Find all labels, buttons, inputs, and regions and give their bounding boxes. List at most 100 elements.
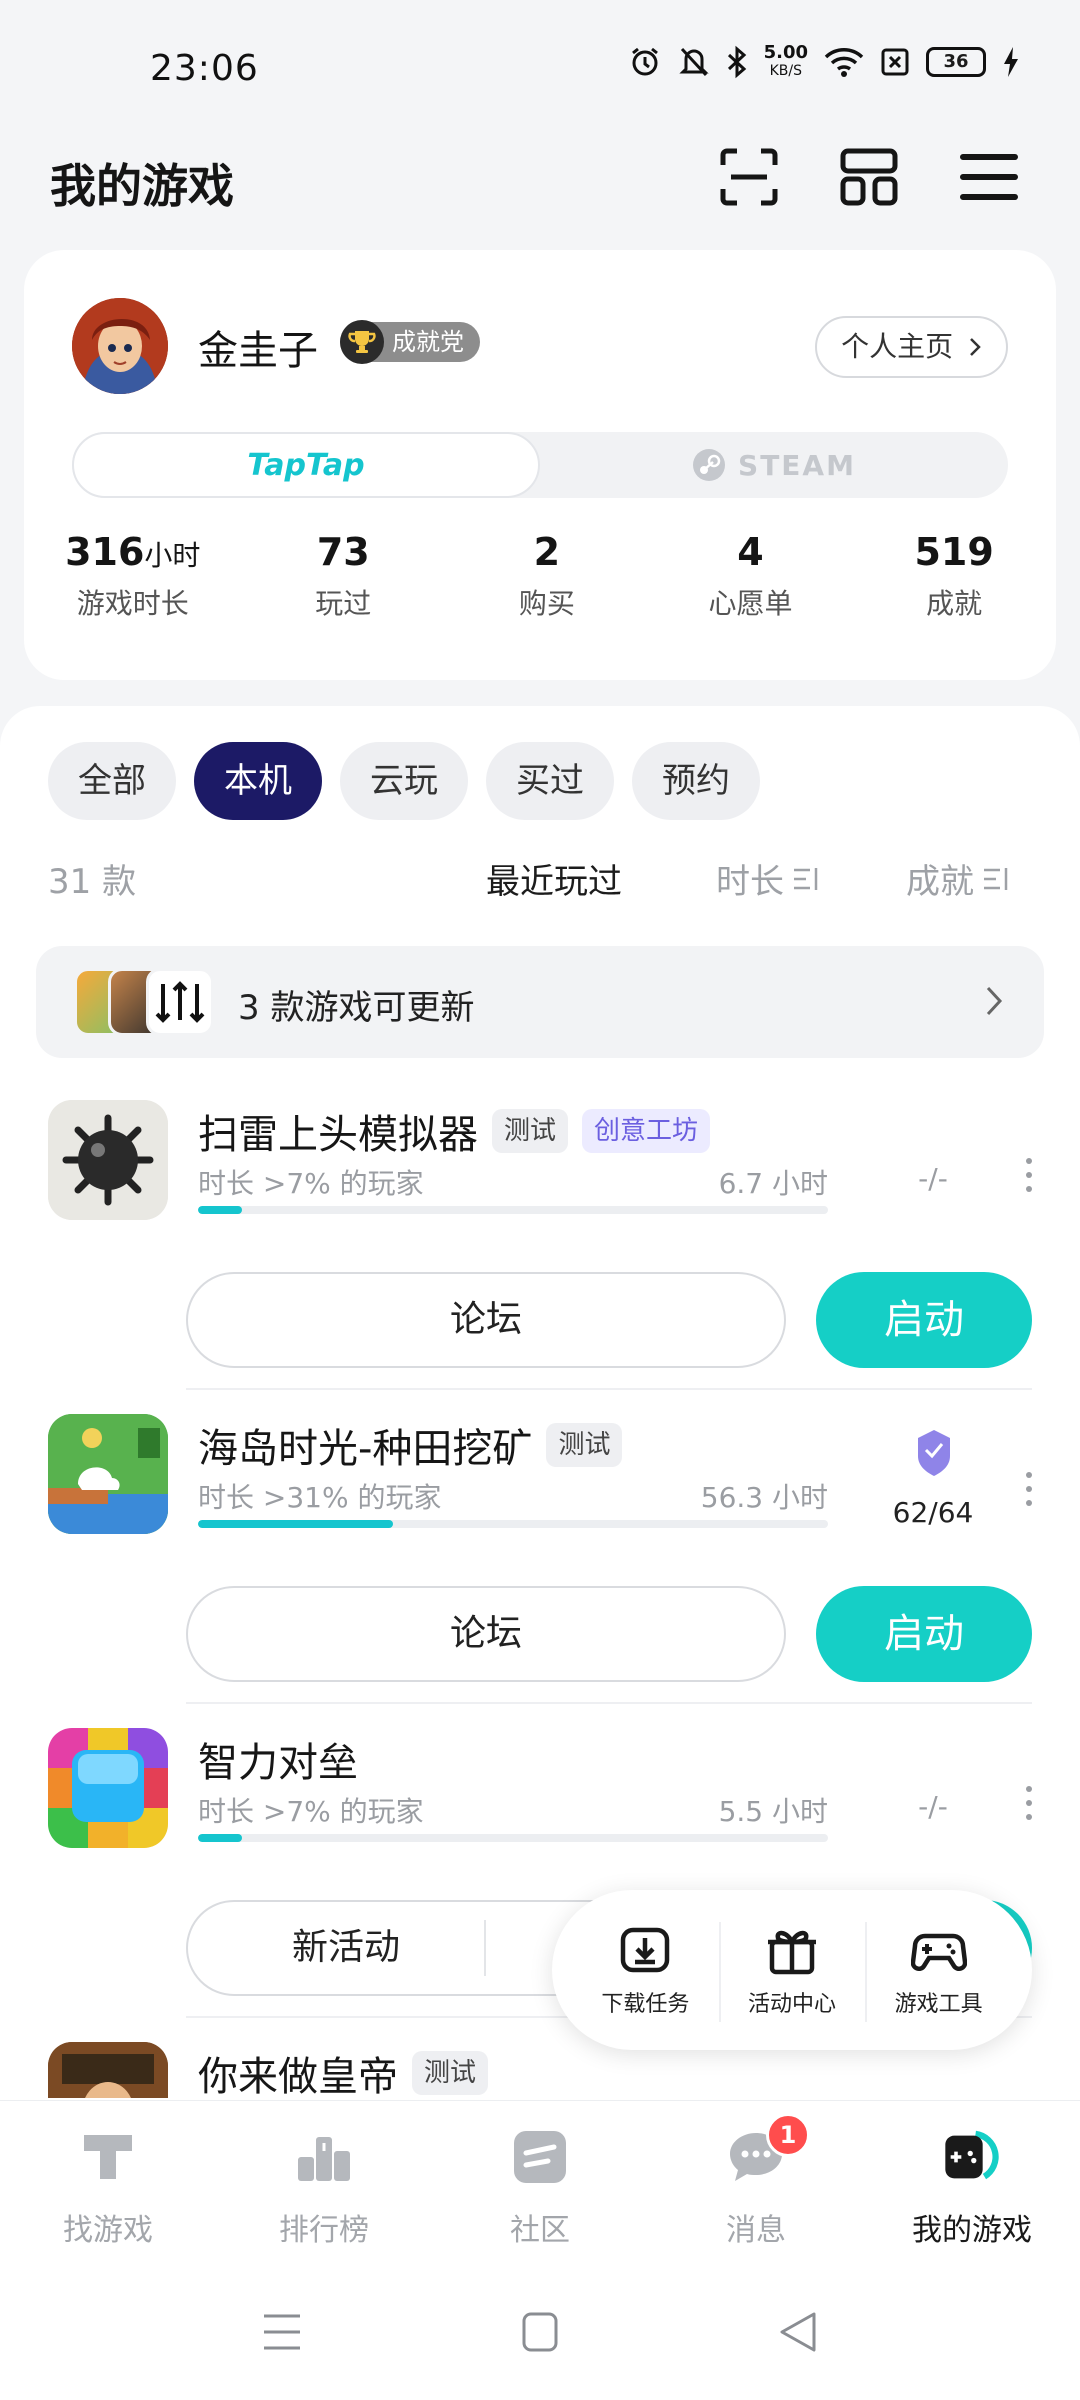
nav-community[interactable]: 社区 [432, 2101, 648, 2260]
game-title[interactable]: 你来做皇帝 测试 [198, 2044, 489, 2098]
stat-played[interactable]: 73 玩过 [241, 530, 445, 622]
launch-button[interactable]: 启动 [816, 1272, 1032, 1368]
discover-icon [76, 2125, 140, 2189]
playtime-progress [198, 1520, 828, 1528]
stat-wishlist[interactable]: 4 心愿单 [649, 530, 853, 622]
sort-icon [794, 867, 818, 890]
sort-row: 31 款 最近玩过 时长 成就 [48, 854, 1032, 904]
nav-messages[interactable]: 消息 1 [648, 2101, 864, 2260]
apps-icon [840, 148, 898, 206]
profile-card: 金圭子 成就党 个人主页 TapTap STEAM 316小时 游戏时长 73 … [24, 250, 1056, 680]
nav-ranking[interactable]: 排行榜 [216, 2101, 432, 2260]
platform-taptap-tab[interactable]: TapTap [72, 432, 540, 498]
nav-discover[interactable]: 找游戏 [0, 2101, 216, 2260]
tag-test: 测试 [492, 1109, 569, 1153]
chevron-right-icon [986, 986, 1003, 1016]
playtime: 5.5 小时 [718, 1795, 828, 1828]
download-tasks-button[interactable]: 下载任务 [572, 1922, 719, 2018]
status-icons: 5.00 KB/S 36 [628, 44, 1020, 80]
my-games-icon [940, 2125, 1004, 2189]
community-icon [508, 2125, 572, 2189]
ranking-icon [292, 2125, 356, 2189]
menu-icon [960, 154, 1018, 200]
forum-button[interactable]: 论坛 [186, 1272, 786, 1368]
profile-stats: 316小时 游戏时长 73 玩过 2 购买 4 心愿单 519 成就 [24, 530, 1056, 622]
username: 金圭子 [198, 328, 318, 374]
steam-icon [693, 449, 726, 481]
trophy-icon [340, 320, 384, 364]
message-badge: 1 [766, 2113, 810, 2157]
status-bar: 23:06 5.00 KB/S 36 [0, 0, 1080, 130]
stat-playtime[interactable]: 316小时 游戏时长 [24, 530, 241, 622]
playtime-progress [198, 1834, 828, 1842]
game-icon[interactable] [48, 1414, 168, 1534]
sim-off-icon [881, 48, 909, 76]
game-icon[interactable] [48, 1100, 168, 1220]
forum-button[interactable]: 论坛 [186, 1586, 786, 1682]
profile-link-button[interactable]: 个人主页 [815, 316, 1008, 378]
home-icon[interactable] [510, 2308, 570, 2356]
platform-steam-tab[interactable]: STEAM [540, 432, 1008, 498]
update-arrows-icon [146, 968, 214, 1036]
game-icon[interactable] [48, 1728, 168, 1848]
divider [484, 1920, 486, 1976]
recent-apps-icon[interactable] [252, 2308, 312, 2356]
playtime-rank: 时长 >7% 的玩家 [198, 1167, 424, 1200]
download-icon [621, 1927, 670, 1973]
status-time: 23:06 [150, 48, 259, 89]
playtime: 56.3 小时 [700, 1481, 828, 1514]
battery-indicator: 36 [926, 47, 986, 77]
menu-button[interactable] [954, 142, 1024, 212]
game-title[interactable]: 海岛时光-种田挖矿 测试 [198, 1416, 623, 1474]
charging-icon [1004, 47, 1018, 77]
filter-chip-all[interactable]: 全部 [48, 742, 176, 820]
game-count: 31 款 [48, 862, 137, 902]
floating-menu: 下载任务 活动中心 游戏工具 [552, 1890, 1032, 2050]
more-options-icon[interactable] [1024, 1786, 1034, 1826]
achievement-count: -/- [918, 1790, 948, 1823]
filter-chips: 全部 本机 云玩 买过 预约 [48, 742, 760, 820]
achievement-count: 62/64 [892, 1496, 974, 1529]
alarm-icon [631, 47, 658, 76]
more-options-icon[interactable] [1024, 1158, 1034, 1198]
mute-icon [678, 47, 709, 77]
playtime-progress [198, 1206, 828, 1214]
filter-chip-local[interactable]: 本机 [194, 742, 322, 820]
bottom-nav: 找游戏 排行榜 社区 消息 1 我的游戏 [0, 2100, 1080, 2260]
achievement-badge[interactable]: 成就党 [340, 320, 480, 364]
stat-achievements[interactable]: 519 成就 [852, 530, 1056, 622]
wifi-icon [824, 48, 864, 77]
sort-playtime[interactable]: 时长 [716, 854, 820, 903]
playtime-rank: 时长 >31% 的玩家 [198, 1481, 442, 1514]
filter-chip-cloud[interactable]: 云玩 [340, 742, 468, 820]
platform-toggle: TapTap STEAM [72, 432, 1008, 498]
nav-my-games[interactable]: 我的游戏 [864, 2101, 1080, 2260]
achievement-icon [918, 1430, 950, 1476]
game-item: 海岛时光-种田挖矿 测试 时长 >31% 的玩家 56.3 小时 62/64 论… [0, 1390, 1080, 1704]
apps-button[interactable] [834, 142, 904, 212]
update-banner[interactable]: 3 款游戏可更新 [36, 946, 1044, 1058]
more-options-icon[interactable] [1024, 1472, 1034, 1512]
scan-icon [720, 148, 778, 206]
net-speed: 5.00 KB/S [763, 42, 808, 80]
game-tools-button[interactable]: 游戏工具 [865, 1922, 1012, 2022]
avatar[interactable] [72, 298, 168, 394]
game-icon[interactable] [48, 2042, 168, 2098]
tag-workshop: 创意工坊 [582, 1109, 711, 1153]
gift-icon [768, 1930, 816, 1975]
update-game-icons [74, 968, 214, 1036]
sort-recent[interactable]: 最近玩过 [486, 854, 622, 903]
game-title[interactable]: 扫雷上头模拟器 测试 创意工坊 [198, 1102, 711, 1160]
tag-test: 测试 [412, 2051, 489, 2095]
activity-center-button[interactable]: 活动中心 [718, 1922, 866, 2022]
scan-button[interactable] [714, 142, 784, 212]
sort-achievement[interactable]: 成就 [906, 854, 1010, 903]
game-title[interactable]: 智力对垒 [198, 1730, 358, 1788]
stat-purchased[interactable]: 2 购买 [445, 530, 649, 622]
back-icon[interactable] [768, 2308, 828, 2356]
playtime-rank: 时长 >7% 的玩家 [198, 1795, 424, 1828]
launch-button[interactable]: 启动 [816, 1586, 1032, 1682]
filter-chip-reserved[interactable]: 预约 [632, 742, 760, 820]
filter-chip-bought[interactable]: 买过 [486, 742, 614, 820]
system-nav-bar [0, 2260, 1080, 2400]
